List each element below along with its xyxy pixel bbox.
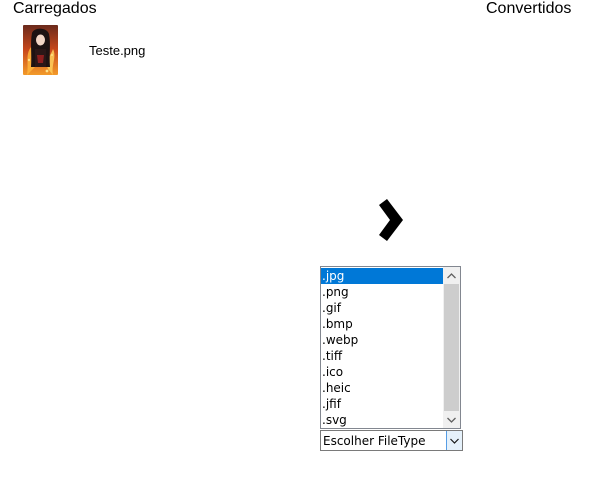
filetype-option-bmp[interactable]: .bmp [321, 316, 445, 332]
scrollbar-thumb[interactable] [444, 284, 459, 411]
filetype-select-value: Escolher FileType [323, 434, 426, 448]
filetype-option-jpg[interactable]: .jpg [321, 268, 445, 284]
filetype-option-tiff[interactable]: .tiff [321, 348, 445, 364]
filetype-select[interactable]: Escolher FileType [320, 430, 463, 451]
chevron-down-icon[interactable] [446, 431, 462, 450]
loaded-file-item[interactable] [23, 25, 58, 75]
filetype-option-gif[interactable]: .gif [321, 300, 445, 316]
filetype-option-ico[interactable]: .ico [321, 364, 445, 380]
listbox-scrollbar[interactable] [443, 267, 460, 428]
filetype-option-png[interactable]: .png [321, 284, 445, 300]
image-thumbnail-icon[interactable] [23, 25, 58, 75]
filetype-option-jfif[interactable]: .jfif [321, 396, 445, 412]
filetype-option-heic[interactable]: .heic [321, 380, 445, 396]
filetype-option-svg[interactable]: .svg [321, 412, 445, 428]
chevron-right-icon[interactable] [375, 199, 407, 241]
filetype-listbox[interactable]: .jpg .png .gif .bmp .webp .tiff .ico .he… [320, 266, 461, 429]
filetype-option-webp[interactable]: .webp [321, 332, 445, 348]
loaded-heading: Carregados [13, 0, 97, 17]
scroll-down-icon[interactable] [443, 411, 460, 428]
converted-heading: Convertidos [486, 0, 572, 17]
loaded-file-name[interactable]: Teste.png [89, 43, 145, 58]
filetype-list-items: .jpg .png .gif .bmp .webp .tiff .ico .he… [321, 268, 445, 428]
scroll-up-icon[interactable] [443, 267, 460, 284]
